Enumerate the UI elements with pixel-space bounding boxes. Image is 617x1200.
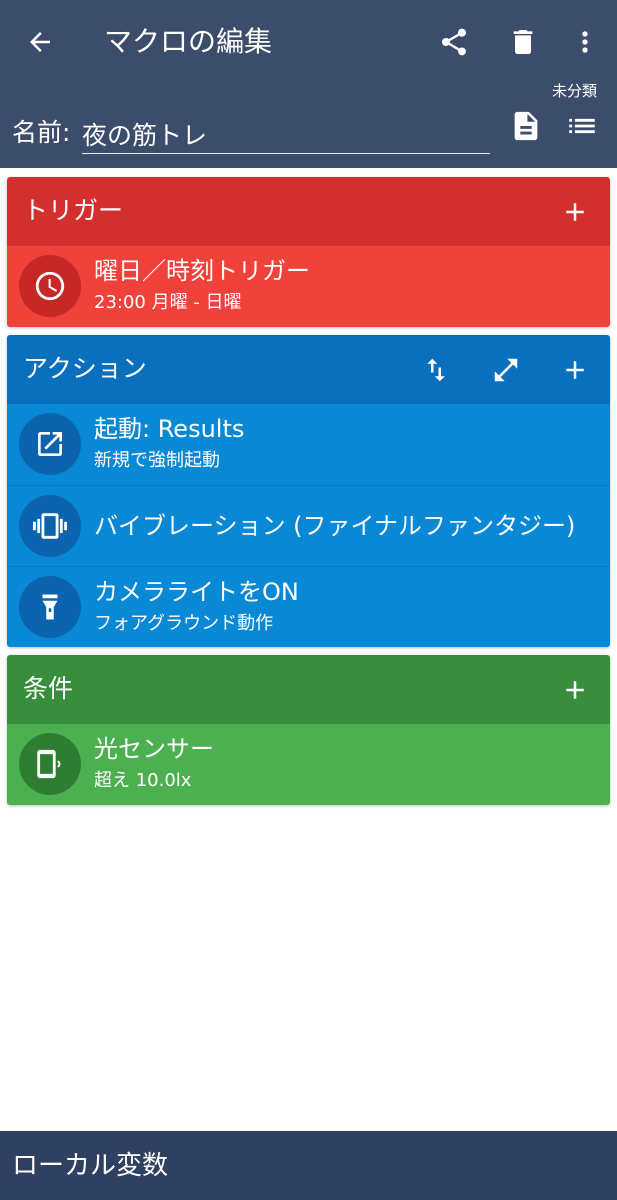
add-trigger-button[interactable] <box>554 191 596 233</box>
condition-card: 条件 光センサー 超え 10.0lx <box>7 655 610 805</box>
expand-actions-button[interactable] <box>485 349 527 391</box>
macro-edit-screen: マクロの編集 未分類 名前: トリガー <box>0 0 617 1200</box>
back-arrow-icon <box>30 32 50 52</box>
action-item[interactable]: バイブレーション (ファイナルファンタジー) <box>7 485 610 566</box>
plus-icon <box>566 361 584 379</box>
action-item-title: バイブレーション (ファイナルファンタジー) <box>94 512 576 540</box>
share-button[interactable] <box>432 20 476 64</box>
swap-vert-icon <box>427 358 445 382</box>
category-label[interactable]: 未分類 <box>552 80 597 101</box>
add-condition-button[interactable] <box>554 669 596 711</box>
back-button[interactable] <box>18 22 62 62</box>
action-item[interactable]: 起動: Results 新規で強制起動 <box>7 404 610 485</box>
condition-header: 条件 <box>7 655 610 724</box>
vibration-icon <box>33 513 67 539</box>
condition-item[interactable]: 光センサー 超え 10.0lx <box>7 724 610 805</box>
local-variables-label: ローカル変数 <box>12 1151 169 1181</box>
trigger-card: トリガー 曜日／時刻トリガー 23:00 月曜 - 日曜 <box>7 177 610 327</box>
condition-item-title: 光センサー <box>94 735 214 763</box>
trigger-item-subtitle: 23:00 月曜 - 日曜 <box>94 292 242 313</box>
action-item-title: カメラライトをON <box>94 578 299 606</box>
delete-button[interactable] <box>501 20 545 64</box>
more-vert-icon <box>582 31 588 53</box>
local-variables-bar[interactable]: ローカル変数 <box>0 1131 617 1200</box>
page-title: マクロの編集 <box>104 25 273 58</box>
action-item-subtitle: 新規で強制起動 <box>94 450 220 471</box>
plus-icon <box>566 681 584 699</box>
trigger-icon-circle <box>19 255 81 317</box>
trigger-item-title: 曜日／時刻トリガー <box>94 257 310 285</box>
flashlight-icon <box>42 594 58 620</box>
action-header-title: アクション <box>23 354 147 383</box>
clock-icon <box>35 271 65 301</box>
action-icon-circle <box>19 576 81 638</box>
name-label: 名前: <box>12 118 71 147</box>
action-icon-circle <box>19 495 81 557</box>
category-list-button[interactable] <box>562 106 602 146</box>
list-icon <box>569 118 595 134</box>
action-item[interactable]: カメラライトをON フォアグラウンド動作 <box>7 566 610 647</box>
open-external-icon <box>38 432 62 456</box>
add-action-button[interactable] <box>554 349 596 391</box>
action-card: アクション 起動: Results 新規で強制起動 バイブレーション (ファイナ… <box>7 335 610 647</box>
share-icon <box>442 28 466 56</box>
more-options-button[interactable] <box>563 20 607 64</box>
document-icon <box>514 111 538 141</box>
app-bar: マクロの編集 未分類 名前: <box>0 0 617 168</box>
macro-name-input[interactable] <box>82 114 490 154</box>
action-header: アクション <box>7 335 610 404</box>
action-item-subtitle: フォアグラウンド動作 <box>94 613 274 634</box>
reorder-actions-button[interactable] <box>415 349 457 391</box>
condition-header-title: 条件 <box>23 674 74 703</box>
expand-icon <box>494 358 518 382</box>
action-icon-circle <box>19 413 81 475</box>
condition-item-subtitle: 超え 10.0lx <box>94 770 192 791</box>
light-sensor-icon <box>37 749 61 779</box>
trigger-header-title: トリガー <box>23 196 124 225</box>
description-button[interactable] <box>506 106 546 146</box>
trigger-item[interactable]: 曜日／時刻トリガー 23:00 月曜 - 日曜 <box>7 246 610 327</box>
trash-icon <box>513 30 533 54</box>
trigger-header: トリガー <box>7 177 610 246</box>
plus-icon <box>566 203 584 221</box>
condition-icon-circle <box>19 733 81 795</box>
action-item-title: 起動: Results <box>94 415 245 443</box>
